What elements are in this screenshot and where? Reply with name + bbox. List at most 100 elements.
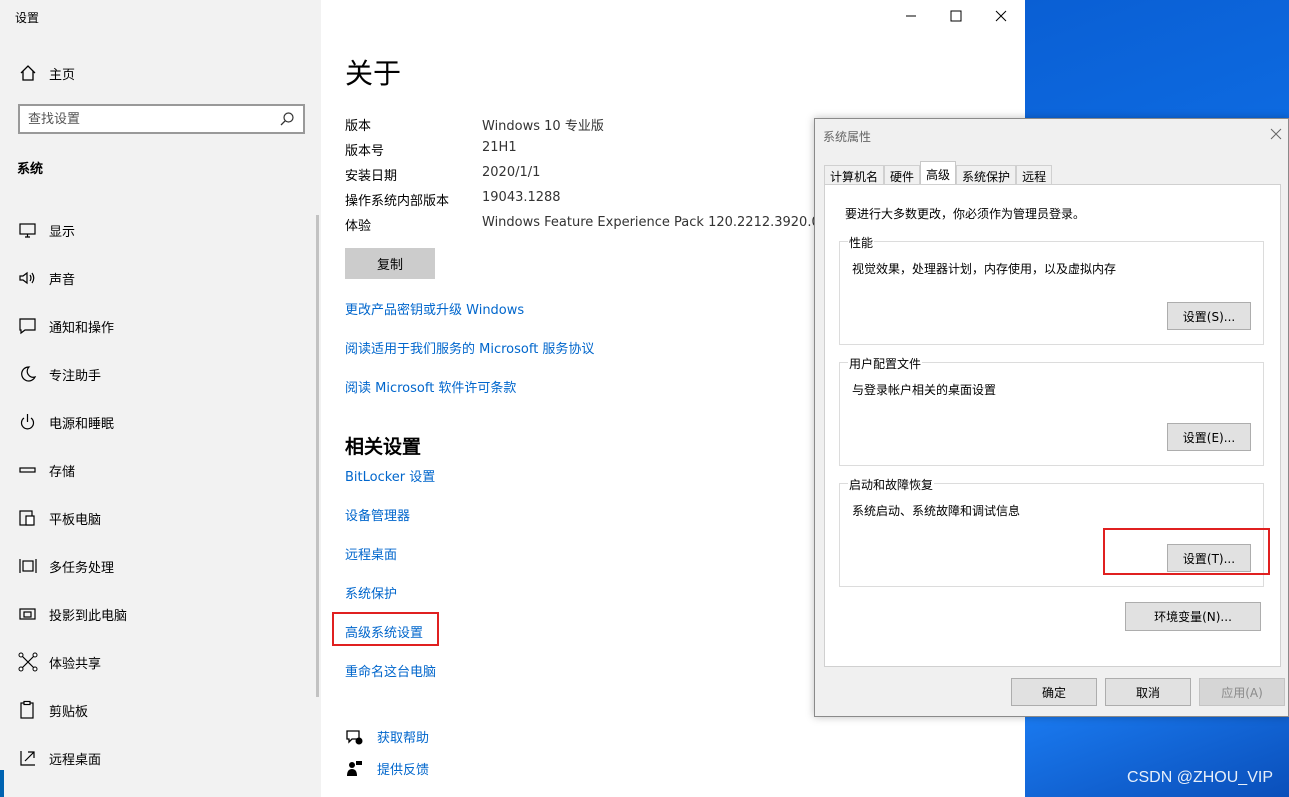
- sidebar-item-power[interactable]: 电源和睡眠: [17, 398, 127, 446]
- selection-accent: [0, 770, 4, 797]
- spec-value: 2020/1/1: [482, 165, 541, 180]
- system-properties-dialog: 系统属性 计算机名 硬件 高级 系统保护 远程 要进行大多数更改，你必须作为管理…: [814, 118, 1289, 717]
- spec-key: 版本: [345, 119, 372, 134]
- watermark: CSDN @ZHOU_VIP: [1126, 769, 1273, 786]
- ok-button[interactable]: 确定: [1011, 678, 1097, 706]
- spec-row-edition: 版本 Windows 10 专业版: [345, 115, 604, 134]
- spec-key: 体验: [345, 219, 372, 234]
- group-legend: 启动和故障恢复: [848, 476, 935, 493]
- sidebar-item-storage[interactable]: 存储: [17, 446, 127, 494]
- remote-desktop-icon: [20, 751, 35, 766]
- speaker-icon: [19, 271, 35, 285]
- feedback-link[interactable]: 提供反馈: [345, 759, 429, 778]
- storage-icon: [19, 467, 36, 473]
- feedback-label: 提供反馈: [377, 763, 430, 778]
- notification-icon: [19, 318, 36, 335]
- get-help-link[interactable]: 获取帮助: [345, 727, 429, 746]
- sidebar-item-label: 投影到此电脑: [49, 608, 128, 624]
- performance-group: 性能 视觉效果，处理器计划，内存使用，以及虚拟内存 设置(S)...: [839, 234, 1264, 345]
- sidebar-item-display[interactable]: 显示: [17, 206, 127, 254]
- group-description: 系统启动、系统故障和调试信息: [852, 504, 1021, 518]
- spec-key: 安装日期: [345, 169, 398, 184]
- advanced-tab-panel: 要进行大多数更改，你必须作为管理员登录。 性能 视觉效果，处理器计划，内存使用，…: [824, 184, 1281, 667]
- get-help-label: 获取帮助: [377, 731, 430, 746]
- spec-value: Windows 10 专业版: [482, 119, 604, 134]
- sidebar-scrollbar[interactable]: [316, 215, 319, 697]
- search-input[interactable]: [28, 111, 279, 127]
- sidebar-item-label: 声音: [49, 272, 76, 288]
- spec-value: 19043.1288: [482, 190, 561, 205]
- close-icon[interactable]: [991, 6, 1011, 26]
- system-protection-link[interactable]: 系统保护: [345, 583, 397, 602]
- sidebar: 设置 主页 系统 显示 声音 通知和操作 专注: [0, 0, 321, 797]
- sidebar-item-projecting[interactable]: 投影到此电脑: [17, 590, 127, 638]
- dialog-title: 系统属性: [823, 130, 872, 144]
- clipboard-icon: [20, 700, 34, 719]
- search-box[interactable]: [18, 104, 305, 134]
- search-icon[interactable]: [279, 111, 295, 127]
- dialog-close-icon[interactable]: [1268, 126, 1284, 142]
- group-description: 视觉效果，处理器计划，内存使用，以及虚拟内存: [852, 262, 1117, 276]
- user-profiles-settings-button[interactable]: 设置(E)...: [1167, 423, 1251, 451]
- copy-button[interactable]: 复制: [345, 248, 435, 279]
- service-agreement-link[interactable]: 阅读适用于我们服务的 Microsoft 服务协议: [345, 338, 594, 357]
- sidebar-item-label: 远程桌面: [49, 752, 102, 768]
- spec-row-os-build: 操作系统内部版本 19043.1288: [345, 190, 561, 209]
- apply-button[interactable]: 应用(A): [1199, 678, 1285, 706]
- spec-row-experience: 体验 Windows Feature Experience Pack 120.2…: [345, 215, 820, 234]
- sidebar-item-multitasking[interactable]: 多任务处理: [17, 542, 127, 590]
- sidebar-item-sound[interactable]: 声音: [17, 254, 127, 302]
- share-icon: [18, 652, 38, 672]
- tablet-icon: [19, 510, 35, 526]
- home-label: 主页: [49, 67, 76, 83]
- spec-row-install-date: 安装日期 2020/1/1: [345, 165, 540, 184]
- spec-value: Windows Feature Experience Pack 120.2212…: [482, 215, 820, 230]
- monitor-icon: [19, 223, 36, 238]
- window-title: 设置: [15, 11, 40, 25]
- home-icon: [20, 65, 36, 81]
- sidebar-item-notifications[interactable]: 通知和操作: [17, 302, 127, 350]
- admin-note: 要进行大多数更改，你必须作为管理员登录。: [845, 207, 1086, 221]
- change-product-key-link[interactable]: 更改产品密钥或升级 Windows: [345, 299, 524, 318]
- license-terms-link[interactable]: 阅读 Microsoft 软件许可条款: [345, 377, 516, 396]
- rename-pc-link[interactable]: 重命名这台电脑: [345, 661, 436, 680]
- project-icon: [19, 608, 36, 620]
- sidebar-item-remote-desktop[interactable]: 远程桌面: [17, 734, 127, 782]
- multitask-icon: [19, 559, 37, 573]
- sidebar-item-shared-experiences[interactable]: 体验共享: [17, 638, 127, 686]
- sidebar-item-focus-assist[interactable]: 专注助手: [17, 350, 127, 398]
- help-chat-icon: [346, 729, 363, 744]
- user-profiles-group: 用户配置文件 与登录帐户相关的桌面设置 设置(E)...: [839, 355, 1264, 466]
- device-manager-link[interactable]: 设备管理器: [345, 505, 410, 524]
- home-nav-item[interactable]: 主页: [17, 62, 75, 84]
- minimize-icon[interactable]: [901, 6, 921, 26]
- spec-key: 操作系统内部版本: [345, 194, 450, 209]
- group-legend: 性能: [848, 234, 875, 251]
- feedback-icon: [347, 760, 362, 776]
- group-legend: 用户配置文件: [848, 355, 923, 372]
- sidebar-item-label: 存储: [49, 464, 76, 480]
- sidebar-item-label: 体验共享: [49, 656, 102, 672]
- group-description: 与登录帐户相关的桌面设置: [852, 383, 997, 397]
- section-title: 系统: [17, 162, 44, 177]
- sidebar-item-tablet[interactable]: 平板电脑: [17, 494, 127, 542]
- sidebar-item-label: 显示: [49, 224, 76, 240]
- moon-icon: [21, 366, 37, 382]
- bitlocker-settings-link[interactable]: BitLocker 设置: [345, 466, 435, 485]
- sidebar-item-label: 通知和操作: [49, 320, 115, 336]
- maximize-icon[interactable]: [946, 6, 966, 26]
- sidebar-item-clipboard[interactable]: 剪贴板: [17, 686, 127, 734]
- remote-desktop-link[interactable]: 远程桌面: [345, 544, 397, 563]
- environment-variables-button[interactable]: 环境变量(N)...: [1125, 602, 1261, 631]
- cancel-button[interactable]: 取消: [1105, 678, 1191, 706]
- sidebar-item-label: 剪贴板: [49, 704, 89, 720]
- page-title: 关于: [345, 57, 402, 90]
- highlight-box: [332, 612, 439, 646]
- sidebar-item-label: 平板电脑: [49, 512, 102, 528]
- sidebar-item-label: 电源和睡眠: [49, 416, 115, 432]
- performance-settings-button[interactable]: 设置(S)...: [1167, 302, 1251, 330]
- highlight-box: [1103, 528, 1270, 575]
- sidebar-item-label: 多任务处理: [49, 560, 115, 576]
- power-icon: [20, 414, 35, 430]
- spec-row-version: 版本号 21H1: [345, 140, 517, 159]
